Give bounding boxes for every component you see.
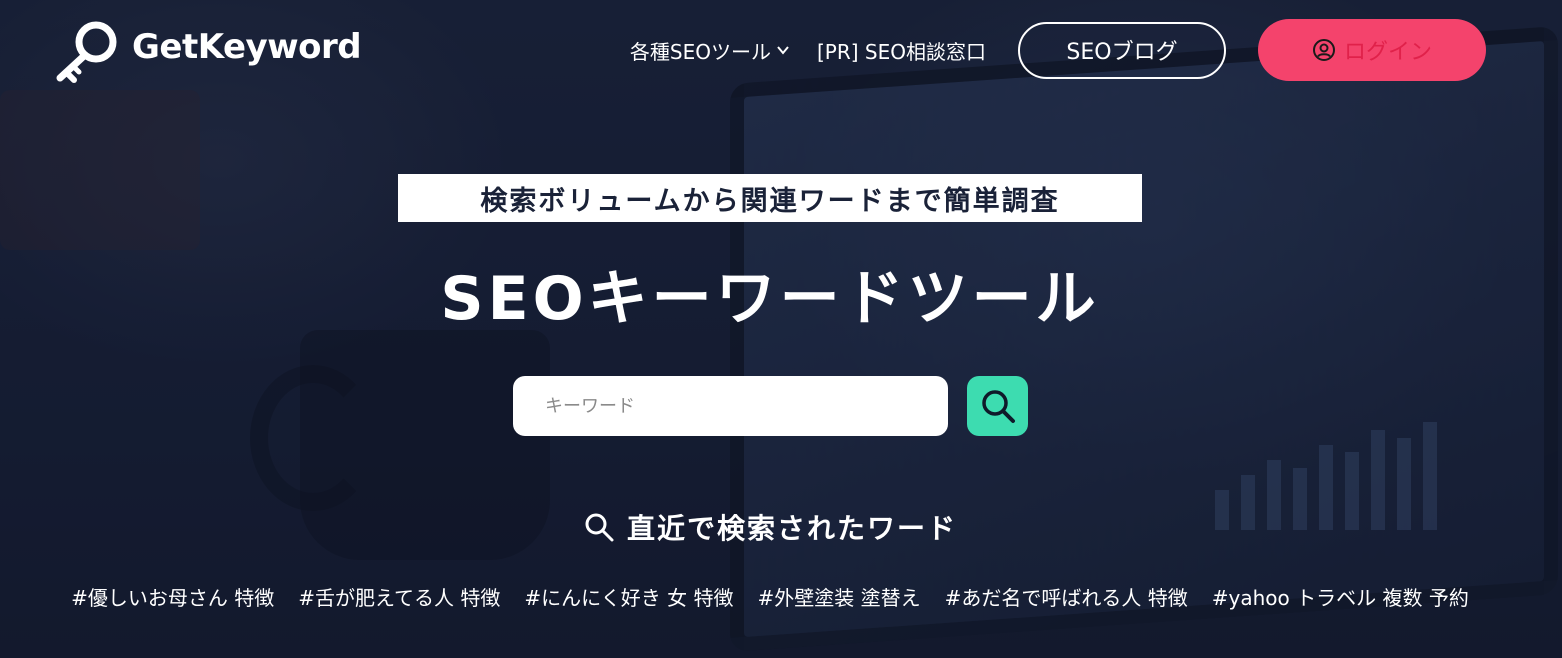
recent-searches-title: 直近で検索されたワード [626, 512, 957, 545]
search-icon [585, 513, 614, 542]
nav-seo-tools-dropdown[interactable]: 各種SEOツール [630, 36, 791, 65]
login-label: ログイン [1343, 40, 1432, 65]
key-magnifier-icon [56, 21, 117, 83]
recent-tag[interactable]: #あだ名で呼ばれる人 特徴 [945, 582, 1188, 611]
seo-blog-label: SEOブログ [1066, 40, 1178, 65]
site-logo[interactable]: GetKeyword [52, 18, 362, 84]
recent-tag[interactable]: #yahoo トラベル 複数 予約 [1212, 582, 1469, 611]
recent-tag[interactable]: #にんにく好き 女 特徴 [524, 582, 733, 611]
recent-tag[interactable]: #外壁塗装 塗替え [758, 582, 921, 611]
recent-tag[interactable]: #優しいお母さん 特徴 [71, 582, 274, 611]
logo-text: GetKeyword [132, 27, 362, 67]
recent-search-tags: #優しいお母さん 特徴 #舌が肥えてる人 特徴 #にんにく好き 女 特徴 #外壁… [0, 582, 1540, 611]
recent-searches-heading: 直近で検索されたワード [0, 507, 1540, 547]
page-title: SEOキーワードツール [440, 264, 1100, 334]
recent-tag[interactable]: #舌が肥えてる人 特徴 [298, 582, 500, 611]
chevron-down-icon [777, 46, 789, 55]
nav-seo-tools-label: 各種SEOツール [629, 39, 771, 64]
login-button[interactable]: ログイン [1258, 19, 1486, 81]
hero-tagline: 検索ボリュームから関連ワードまで簡単調査 [398, 174, 1142, 222]
nav-seo-consult-link[interactable]: [PR] SEO相談窓口 [817, 36, 986, 65]
search-icon [981, 390, 1015, 423]
user-icon [1312, 39, 1335, 61]
seo-blog-button[interactable]: SEOブログ [1018, 21, 1226, 79]
search-button[interactable] [967, 376, 1028, 436]
main-nav: 各種SEOツール [PR] SEO相談窓口 SEOブログ ログイン [630, 19, 1486, 81]
keyword-search-input[interactable] [513, 376, 948, 436]
